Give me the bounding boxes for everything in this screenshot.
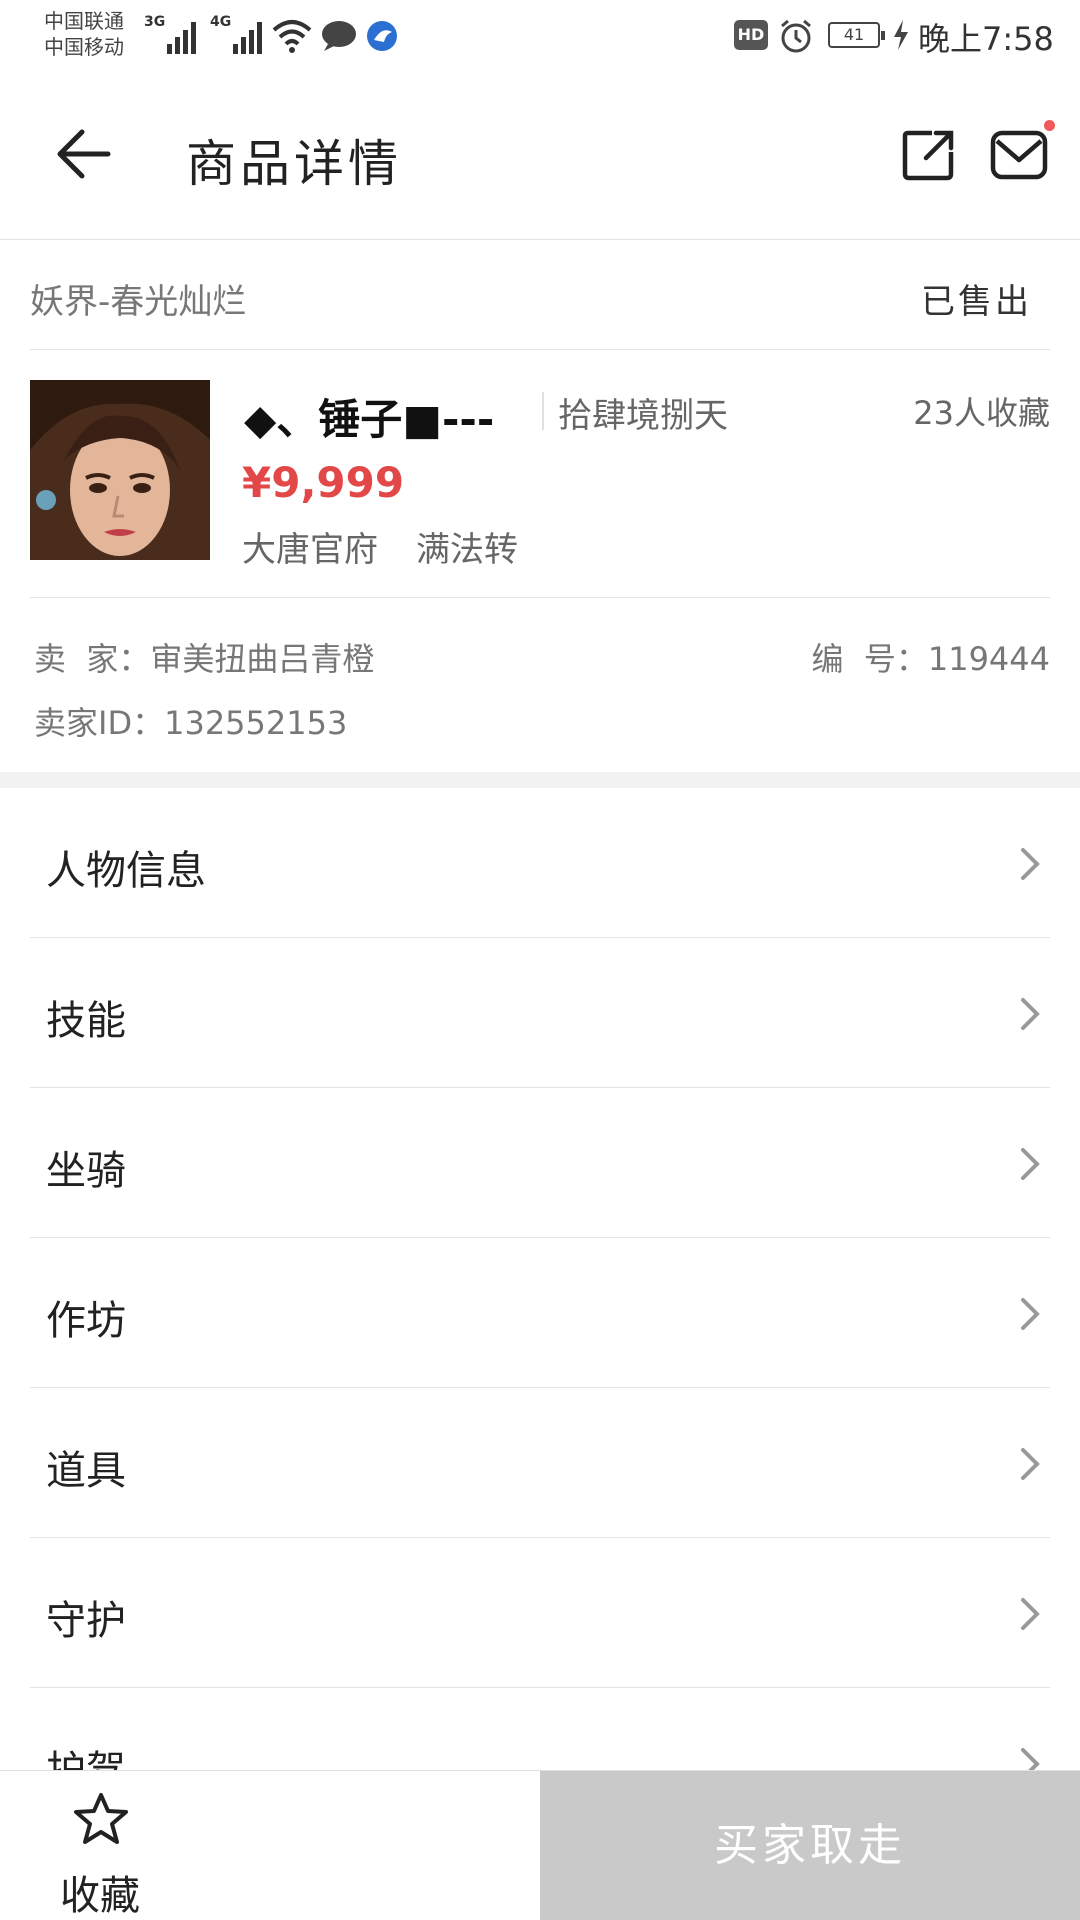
charging-icon	[894, 20, 908, 50]
mail-icon[interactable]	[990, 128, 1048, 182]
signal-4g: 4G	[210, 14, 263, 54]
seller-info: 卖 家：审美扭曲吕青橙 编 号：119444 卖家ID：132552153	[34, 598, 1050, 770]
faction-tag: 大唐官府	[242, 530, 378, 570]
buyer-collect-button[interactable]: 买家取走	[540, 1771, 1080, 1920]
carrier-info: 中国联通 中国移动	[44, 8, 124, 60]
chevron-right-icon	[1021, 848, 1040, 880]
notification-dot	[1044, 120, 1055, 131]
share-external-icon[interactable]	[902, 128, 956, 182]
chevron-right-icon	[1021, 1148, 1040, 1180]
avatar	[30, 380, 210, 560]
network-label-2: 4G	[210, 14, 232, 30]
favorite-label: 收藏	[60, 1873, 140, 1919]
carrier-2: 中国移动	[44, 35, 124, 59]
seller-label: 卖 家：	[34, 640, 151, 678]
item-level: 拾肆境捌天	[558, 396, 728, 436]
section-divider	[0, 772, 1080, 788]
page-title: 商品详情	[186, 135, 402, 193]
seller-name: 审美扭曲吕青橙	[150, 640, 375, 678]
menu-item-label: 守护	[46, 1598, 126, 1644]
seller-id-value: 132552153	[164, 704, 348, 742]
menu-item-label: 坐骑	[46, 1148, 126, 1194]
menu-item-label: 技能	[46, 998, 126, 1044]
favorite-button[interactable]: 收藏	[0, 1771, 540, 1920]
server-name: 妖界-春光灿烂	[30, 282, 247, 322]
status-bar: 中国联通 中国移动 3G 4G HD 41 晚上7:58	[0, 0, 1080, 72]
arrow-left-icon[interactable]	[52, 124, 112, 184]
item-summary: ◆、锤子■--- 拾肆境捌天 23人收藏 ¥9,999 大唐官府 满法转	[30, 350, 1050, 598]
transfer-tag: 满法转	[416, 530, 518, 570]
signal-bars-icon	[167, 20, 197, 54]
message-bubble-icon	[322, 21, 356, 51]
menu-item-items[interactable]: 道具	[30, 1388, 1050, 1538]
item-tags: 大唐官府 满法转	[242, 522, 518, 571]
menu-item-character-info[interactable]: 人物信息	[30, 788, 1050, 938]
character-portrait	[30, 380, 210, 560]
menu-item-label: 人物信息	[46, 848, 206, 894]
battery-indicator: 41	[828, 22, 885, 48]
seller-id-label: 卖家ID：	[34, 704, 165, 742]
signal-bars-icon	[233, 20, 263, 54]
carrier-1: 中国联通	[44, 9, 124, 33]
item-code: 编 号：119444	[811, 634, 1050, 680]
seller-name-line: 卖 家：审美扭曲吕青橙	[34, 634, 374, 680]
chevron-right-icon	[1021, 1448, 1040, 1480]
menu-item-label: 道具	[46, 1448, 126, 1494]
divider	[542, 392, 544, 430]
star-outline-icon	[74, 1793, 128, 1844]
favorites-count: 23人收藏	[913, 394, 1050, 432]
app-notification-icon	[367, 21, 397, 51]
seller-id-line: 卖家ID：132552153	[34, 698, 347, 744]
chevron-right-icon	[1021, 998, 1040, 1030]
clock: 晚上7:58	[918, 20, 1054, 58]
network-label-1: 3G	[144, 14, 166, 30]
menu-item-workshop[interactable]: 作坊	[30, 1238, 1050, 1388]
chevron-right-icon	[1021, 1298, 1040, 1330]
hd-icon: HD	[734, 20, 768, 50]
detail-menu: 人物信息 技能 坐骑 作坊 道具 守护 护驾	[30, 788, 1050, 1838]
alarm-icon	[781, 19, 811, 53]
signal-3g: 3G	[144, 14, 197, 54]
server-row: 妖界-春光灿烂 已售出	[30, 240, 1050, 350]
item-name: ◆、锤子■---	[244, 395, 495, 444]
code-label: 编 号：	[811, 640, 928, 678]
menu-item-mounts[interactable]: 坐骑	[30, 1088, 1050, 1238]
app-header: 商品详情	[0, 72, 1080, 240]
menu-item-skills[interactable]: 技能	[30, 938, 1050, 1088]
menu-item-guardian[interactable]: 守护	[30, 1538, 1050, 1688]
item-price: ¥9,999	[242, 458, 405, 507]
status-badge: 已售出	[921, 282, 1032, 322]
code-value: 119444	[927, 640, 1050, 678]
chevron-right-icon	[1021, 1598, 1040, 1630]
bottom-action-bar: 收藏 买家取走	[0, 1770, 1080, 1920]
wifi-icon	[272, 20, 312, 53]
menu-item-label: 作坊	[46, 1298, 126, 1344]
